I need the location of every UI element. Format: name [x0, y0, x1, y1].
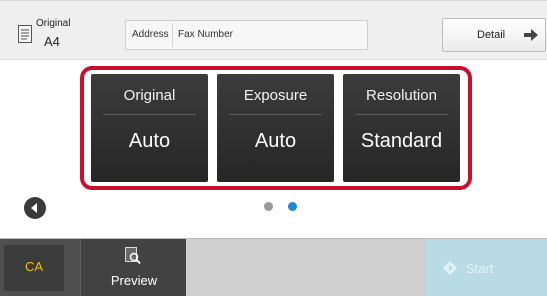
preview-button[interactable]: Preview	[80, 239, 186, 296]
original-tile-value: Auto	[128, 130, 171, 152]
preview-magnifier-icon	[125, 247, 141, 265]
right-arrow-icon	[524, 29, 538, 41]
resolution-tile-value: Standard	[360, 130, 443, 152]
back-arrow-icon	[31, 203, 37, 213]
start-button-label: Start	[466, 261, 494, 276]
original-size-value: A4	[44, 34, 60, 49]
exposure-tile-title: Exposure	[243, 87, 308, 104]
tile-divider	[103, 114, 196, 115]
resolution-tile-title: Resolution	[366, 87, 437, 104]
tile-divider	[355, 114, 448, 115]
exposure-tile-value: Auto	[254, 130, 297, 152]
top-bar: Original A4 Address Fax Number Detail	[0, 0, 547, 60]
exposure-setting-tile[interactable]: Exposure Auto	[217, 74, 334, 182]
detail-button[interactable]: Detail	[442, 18, 546, 52]
bottom-bar: CA Preview Start	[0, 238, 547, 296]
settings-selection-frame: Original Auto Exposure Auto Resolution S…	[80, 66, 472, 190]
address-value: Fax Number	[178, 29, 234, 40]
original-label: Original	[36, 18, 71, 29]
back-button[interactable]	[24, 197, 46, 219]
address-label: Address	[132, 29, 169, 40]
start-button[interactable]: Start	[426, 239, 547, 296]
page-dot-2-active[interactable]	[288, 202, 297, 211]
resolution-setting-tile[interactable]: Resolution Standard	[343, 74, 460, 182]
ca-button-face: CA	[4, 245, 64, 291]
preview-button-label: Preview	[110, 273, 158, 288]
original-tile-title: Original	[123, 87, 176, 104]
original-setting-tile[interactable]: Original Auto	[91, 74, 208, 182]
original-doc-icon	[18, 25, 32, 43]
main-panel: Original Auto Exposure Auto Resolution S…	[0, 60, 547, 238]
start-diamond-icon	[443, 261, 457, 275]
page-dot-1[interactable]	[264, 202, 273, 211]
address-field[interactable]: Address Fax Number	[125, 20, 368, 50]
ca-button[interactable]: CA	[0, 239, 80, 296]
page-indicator	[264, 202, 304, 214]
ca-button-label: CA	[24, 259, 44, 274]
address-divider	[172, 23, 173, 47]
detail-button-label: Detail	[477, 29, 506, 41]
tile-divider	[229, 114, 322, 115]
original-size-indicator[interactable]: Original A4	[18, 15, 103, 51]
